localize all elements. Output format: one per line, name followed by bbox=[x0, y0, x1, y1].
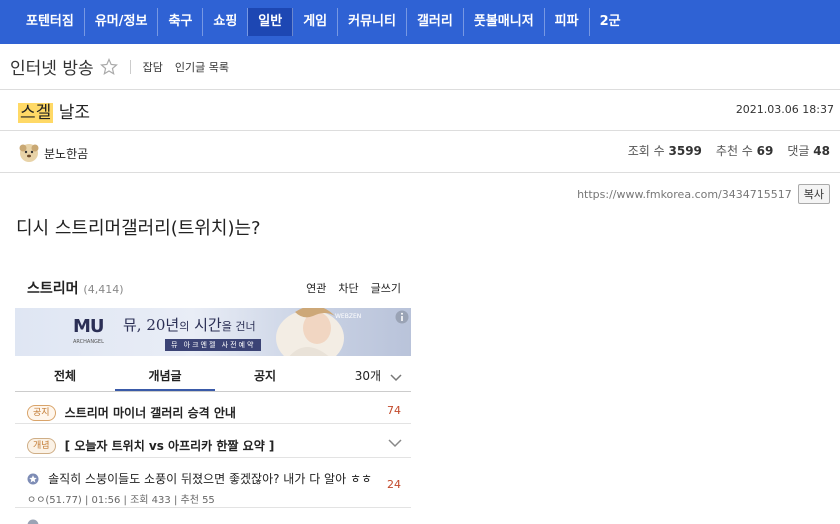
banner-text-b: 의 bbox=[179, 320, 190, 333]
recommend-label: 추천 수 bbox=[715, 144, 753, 158]
embedded-screenshot: 스트리머 (4,414) 연관 차단 글쓰기 MU ARCHANGEL 뮤, 2… bbox=[15, 270, 411, 524]
embed-count: (4,414) bbox=[83, 283, 124, 296]
list-item: 개념 [ 오늘자 트위치 vs 아프리카 한짤 요약 ] bbox=[15, 428, 411, 458]
banner-brand: WEBZEN bbox=[335, 313, 362, 320]
recommend-count: 69 bbox=[756, 144, 774, 158]
list-item-title: 스트리머 마이너 갤러리 승격 안내 bbox=[64, 406, 236, 420]
banner-text-a: 뮤, 20년 bbox=[123, 316, 180, 334]
star-icon[interactable] bbox=[99, 57, 118, 76]
nav-item-game[interactable]: 게임 bbox=[293, 8, 339, 36]
banner-logo: MU bbox=[73, 316, 105, 337]
chevron-down-icon bbox=[390, 374, 402, 382]
list-item-title: 솔직히 스붕이들도 소풍이 뒤졌으면 좋겠잖아? 내가 다 알아 ㅎㅎ bbox=[48, 472, 373, 486]
comments-stat[interactable]: 댓글 48 bbox=[787, 142, 830, 159]
board-link-chat[interactable]: 잡담 bbox=[143, 59, 163, 75]
list-item: 솔직히 스붕이들도 소풍이 뒤졌으면 좋겠잖아? 내가 다 알아 ㅎㅎ ㅇㅇ(5… bbox=[15, 462, 411, 508]
nav-item-fifa[interactable]: 피파 bbox=[545, 8, 590, 36]
tab-concept: 개념글 bbox=[115, 362, 215, 391]
views-stat: 조회 수 3599 bbox=[628, 142, 702, 159]
post-title: 스겔 날조 bbox=[18, 98, 90, 123]
post-date: 2021.03.06 18:37 bbox=[735, 103, 834, 116]
post-title-rest: 날조 bbox=[58, 103, 90, 123]
board-link-popular[interactable]: 인기글 목록 bbox=[175, 59, 229, 75]
nav-item-shopping[interactable]: 쇼핑 bbox=[203, 8, 249, 36]
nav-item-community[interactable]: 커뮤니티 bbox=[338, 8, 407, 36]
recommend-stat: 추천 수 69 bbox=[716, 142, 773, 159]
nav-item-soccer[interactable]: 축구 bbox=[158, 8, 204, 36]
tab-all: 전체 bbox=[53, 369, 77, 383]
list-item-title: [ 오늘자 트위치 vs 아프리카 한짤 요약 ] bbox=[64, 439, 275, 453]
notice-badge: 공지 bbox=[27, 404, 56, 421]
list-item-meta: ㅇㅇ(51.77) | 01:56 | 조회 433 | 추천 55 bbox=[27, 495, 215, 506]
post-type-icon bbox=[27, 473, 39, 484]
post-url[interactable]: https://www.fmkorea.com/3434715517 bbox=[577, 188, 792, 201]
board-bar: 인터넷 방송 잡담 인기글 목록 bbox=[0, 44, 840, 90]
views-label: 조회 수 bbox=[627, 144, 665, 158]
nav-item-humor[interactable]: 유머/정보 bbox=[85, 8, 159, 36]
tab-notice: 공지 bbox=[253, 369, 277, 383]
list-item-count: 74 bbox=[387, 404, 401, 417]
post-body-text: 디시 스트리머갤러리(트위치)는? bbox=[16, 218, 261, 239]
banner-logo-sub: ARCHANGEL bbox=[73, 339, 104, 345]
nav-item-second-team[interactable]: 2군 bbox=[590, 8, 631, 36]
list-item: 공지 스트리머 마이너 갤러리 승격 안내 74 bbox=[15, 396, 411, 424]
copy-url-button[interactable]: 복사 bbox=[797, 184, 830, 204]
banner-text-c: 시간 bbox=[189, 316, 222, 334]
comments-label: 댓글 bbox=[787, 144, 810, 158]
post-type-icon bbox=[27, 519, 39, 524]
banner-sub: 뮤 아크엔젤 사전예약 bbox=[165, 339, 262, 351]
ad-banner: MU ARCHANGEL 뮤, 20년의 시간을 건너 뮤 아크엔젤 사전예약 … bbox=[15, 308, 411, 356]
info-icon[interactable] bbox=[395, 310, 409, 324]
nav-item-general[interactable]: 일반 bbox=[248, 8, 294, 36]
list-count: 30개 bbox=[354, 369, 381, 383]
top-nav: 포텐터짐 유머/정보 축구 쇼핑 일반 게임 커뮤니티 갤러리 풋볼매니저 피파… bbox=[0, 0, 840, 44]
embed-title-text: 스트리머 bbox=[27, 281, 79, 297]
comments-count: 48 bbox=[813, 144, 830, 158]
banner-text: 뮤, 20년의 시간을 건너 bbox=[123, 314, 256, 335]
embed-header: 스트리머 (4,414) 연관 차단 글쓰기 bbox=[15, 270, 411, 306]
embed-action-related: 연관 bbox=[306, 282, 327, 295]
author-name[interactable]: 분노한곰 bbox=[44, 145, 88, 162]
views-count: 3599 bbox=[668, 144, 702, 158]
board-title[interactable]: 인터넷 방송 bbox=[10, 54, 94, 79]
nav-item-gallery[interactable]: 갤러리 bbox=[407, 8, 464, 36]
post-header: 스겔 날조 2021.03.06 18:37 bbox=[0, 90, 840, 131]
concept-badge: 개념 bbox=[27, 437, 56, 454]
chevron-down-icon bbox=[388, 439, 402, 448]
post-stats: 조회 수 3599 추천 수 69 댓글 48 bbox=[628, 142, 830, 159]
nav-item-football-manager[interactable]: 풋볼매니저 bbox=[464, 8, 545, 36]
list-item bbox=[15, 512, 411, 524]
embed-title: 스트리머 (4,414) bbox=[27, 278, 123, 298]
embed-action-block: 차단 bbox=[338, 282, 359, 295]
list-item-count: 24 bbox=[387, 478, 401, 491]
author-bar: 분노한곰 조회 수 3599 추천 수 69 댓글 48 bbox=[0, 131, 840, 173]
avatar[interactable] bbox=[18, 141, 40, 163]
url-row: https://www.fmkorea.com/3434715517 복사 bbox=[577, 184, 830, 204]
divider bbox=[129, 59, 131, 74]
post-title-highlight: 스겔 bbox=[18, 103, 54, 123]
banner-text-d: 을 건너 bbox=[221, 320, 256, 333]
embed-action-write: 글쓰기 bbox=[370, 282, 401, 295]
embed-actions: 연관 차단 글쓰기 bbox=[306, 280, 401, 296]
nav-item-poten[interactable]: 포텐터짐 bbox=[16, 8, 85, 36]
embed-tabs: 전체 개념글 공지 30개 bbox=[15, 362, 411, 392]
